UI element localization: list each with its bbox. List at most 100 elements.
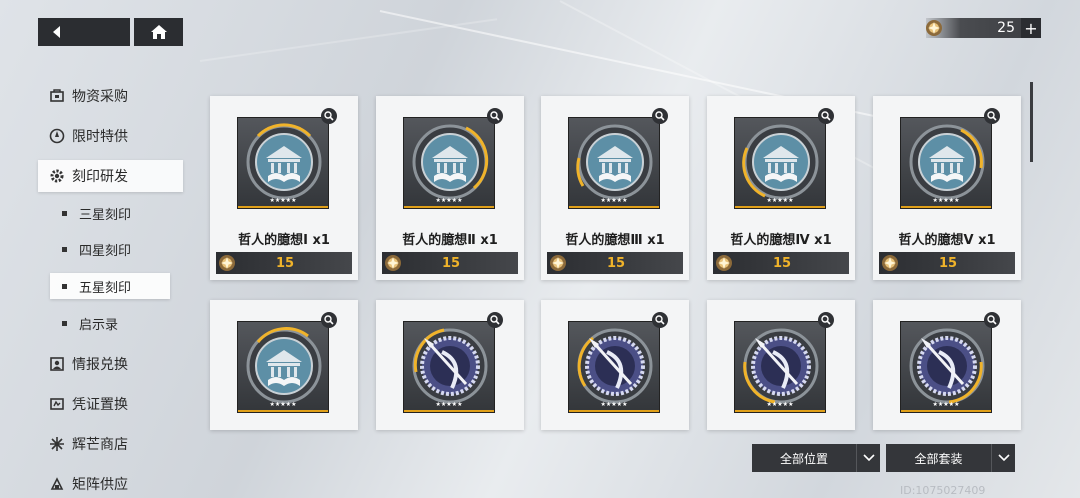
shop-item-card[interactable]: ★★★★★ 哲人的臆想Ⅴ x1 15 [873, 96, 1021, 280]
item-thumbnail: ★★★★★ [900, 321, 992, 413]
sidebar-subitem[interactable]: 三星刻印 [50, 200, 170, 226]
item-thumbnail: ★★★★★ [403, 117, 495, 209]
intel-icon [48, 355, 66, 373]
limited-icon [48, 127, 66, 145]
sidebar-item-label: 刻印研发 [72, 169, 128, 185]
item-name: 哲人的臆想Ⅰ x1 [238, 233, 330, 248]
item-thumbnail: ★★★★★ [403, 321, 495, 413]
set-filter-dropdown[interactable]: 全部套装 [886, 444, 1015, 472]
item-thumbnail: ★★★★★ [237, 117, 329, 209]
magnifier-icon[interactable] [487, 312, 503, 328]
sidebar-subitem-label: 五星刻印 [79, 280, 132, 296]
item-name: 哲人的臆想Ⅴ x1 [898, 233, 996, 248]
item-price: 15 [713, 252, 849, 274]
price-value: 15 [441, 255, 461, 271]
shop-item-card[interactable]: ★★★★★ 哲人的臆想Ⅳ x1 15 [707, 96, 855, 280]
bullet-icon [62, 283, 67, 289]
sidebar-item-intel[interactable]: 情报兑换 [38, 348, 183, 380]
magnifier-icon[interactable] [818, 312, 834, 328]
rarity-bar [569, 410, 659, 412]
magnifier-icon[interactable] [984, 108, 1000, 124]
shop-item-card[interactable]: ★★★★★ 哲人的臆想Ⅲ x1 15 [541, 96, 689, 280]
home-icon [150, 25, 167, 39]
sidebar-subitem[interactable]: 启示录 [50, 310, 170, 336]
price-value: 15 [275, 255, 295, 271]
item-thumbnail: ★★★★★ [568, 117, 660, 209]
item-name: 哲人的臆想Ⅲ x1 [565, 233, 665, 248]
matrix-icon [48, 475, 66, 493]
sidebar-subitem[interactable]: 五星刻印 [50, 273, 170, 299]
back-arrow-icon [53, 26, 60, 38]
magnifier-icon[interactable] [652, 312, 668, 328]
rarity-bar [901, 410, 991, 412]
user-id: ID:1075027409 [900, 484, 986, 497]
price-value: 15 [938, 255, 958, 271]
rarity-bar [901, 206, 991, 208]
rarity-bar [404, 206, 494, 208]
sparkle-icon [48, 435, 66, 453]
sidebar-subitem-label: 启示录 [79, 317, 119, 333]
sidebar-item-supply[interactable]: 物资采购 [38, 80, 183, 112]
position-filter-dropdown[interactable]: 全部位置 [752, 444, 880, 472]
magnifier-icon[interactable] [984, 312, 1000, 328]
magnifier-icon[interactable] [652, 108, 668, 124]
magnifier-icon[interactable] [487, 108, 503, 124]
star-coin-icon [882, 255, 898, 271]
rarity-stars: ★★★★★ [932, 197, 960, 204]
supply-icon [48, 87, 66, 105]
magnifier-icon[interactable] [321, 108, 337, 124]
shop-item-card[interactable]: ★★★★★ 哲人的臆想Ⅱ x1 15 [376, 96, 524, 280]
voucher-icon [48, 395, 66, 413]
bg-streak [199, 18, 498, 62]
item-thumbnail: ★★★★★ [568, 321, 660, 413]
rarity-bar [735, 206, 825, 208]
item-price: 15 [879, 252, 1015, 274]
sidebar-item-gear[interactable]: 刻印研发 [38, 160, 183, 192]
rarity-stars: ★★★★★ [600, 401, 628, 408]
chevron-down-icon [856, 444, 880, 472]
sidebar-item-label: 辉芒商店 [72, 437, 128, 453]
item-name: 哲人的臆想Ⅳ x1 [730, 233, 832, 248]
shop-item-card[interactable]: ★★★★★ [210, 300, 358, 430]
sidebar-item-label: 物资采购 [72, 89, 128, 105]
scrollbar[interactable] [1030, 82, 1033, 162]
home-button[interactable] [134, 18, 183, 46]
rarity-bar [735, 410, 825, 412]
chevron-down-icon [991, 444, 1015, 472]
rarity-stars: ★★★★★ [766, 197, 794, 204]
rarity-bar [238, 410, 328, 412]
item-thumbnail: ★★★★★ [237, 321, 329, 413]
star-coin-icon [716, 255, 732, 271]
sidebar-item-label: 情报兑换 [72, 357, 128, 373]
sidebar-item-matrix[interactable]: 矩阵供应 [38, 468, 183, 498]
magnifier-icon[interactable] [818, 108, 834, 124]
rarity-stars: ★★★★★ [932, 401, 960, 408]
star-coin-icon [219, 255, 235, 271]
item-thumbnail: ★★★★★ [900, 117, 992, 209]
shop-item-card[interactable]: ★★★★★ [376, 300, 524, 430]
shop-item-card[interactable]: ★★★★★ 哲人的臆想Ⅰ x1 15 [210, 96, 358, 280]
item-thumbnail: ★★★★★ [734, 321, 826, 413]
shop-item-card[interactable]: ★★★★★ [873, 300, 1021, 430]
shop-item-card[interactable]: ★★★★★ [541, 300, 689, 430]
magnifier-icon[interactable] [321, 312, 337, 328]
rarity-stars: ★★★★★ [435, 401, 463, 408]
currency-display: 25 + [926, 18, 1041, 38]
rarity-stars: ★★★★★ [766, 401, 794, 408]
add-currency-button[interactable]: + [1021, 18, 1041, 38]
sidebar-item-sparkle[interactable]: 辉芒商店 [38, 428, 183, 460]
item-price: 15 [382, 252, 518, 274]
star-coin-icon [550, 255, 566, 271]
rarity-stars: ★★★★★ [600, 197, 628, 204]
item-name: 哲人的臆想Ⅱ x1 [402, 233, 498, 248]
sidebar-item-limited[interactable]: 限时特供 [38, 120, 183, 152]
star-coin-icon [926, 20, 942, 36]
bullet-icon [62, 246, 67, 252]
item-thumbnail: ★★★★★ [734, 117, 826, 209]
sidebar-subitem-label: 四星刻印 [79, 243, 132, 259]
back-button[interactable] [38, 18, 130, 46]
sidebar-subitem[interactable]: 四星刻印 [50, 236, 170, 262]
item-price: 15 [216, 252, 352, 274]
sidebar-item-voucher[interactable]: 凭证置换 [38, 388, 183, 420]
shop-item-card[interactable]: ★★★★★ [707, 300, 855, 430]
